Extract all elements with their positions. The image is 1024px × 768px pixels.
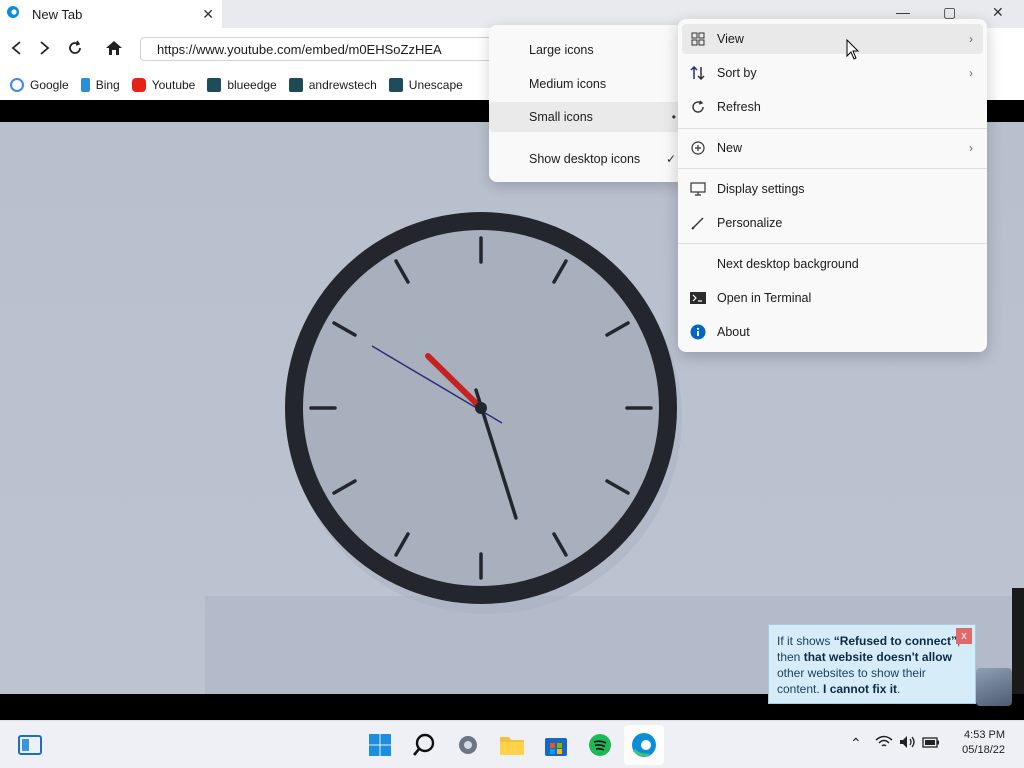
menu-item-label: View bbox=[717, 32, 744, 46]
menu-separator bbox=[678, 168, 987, 169]
forward-icon[interactable] bbox=[35, 38, 55, 58]
tooltip-line-1: If it shows “Refused to connect”, bbox=[777, 634, 960, 648]
bookmark-andrewstech[interactable]: andrewstech bbox=[288, 78, 377, 92]
menu-item-label: New bbox=[717, 141, 743, 155]
clock-date: 05/18/22 bbox=[962, 744, 1005, 756]
chevron-right-icon: › bbox=[969, 32, 973, 46]
reload-icon[interactable] bbox=[65, 38, 85, 58]
menu-item-large-icons[interactable]: Large icons bbox=[489, 35, 684, 65]
menu-item-next-desktop-background[interactable]: Next desktop background bbox=[682, 249, 983, 279]
menu-item-label: Sort by bbox=[717, 66, 757, 80]
menu-item-label: Next desktop background bbox=[717, 257, 859, 271]
menu-item-label: Refresh bbox=[717, 100, 761, 114]
bookmark-label: andrewstech bbox=[308, 78, 377, 92]
menu-separator bbox=[678, 243, 987, 244]
system-clock[interactable]: 4:53 PM 05/18/22 bbox=[955, 728, 1005, 758]
bookmark-bing[interactable]: Bing bbox=[80, 78, 120, 92]
bookmark-label: Youtube bbox=[151, 78, 196, 92]
back-icon[interactable] bbox=[6, 38, 26, 58]
menu-item-new[interactable]: New › bbox=[682, 133, 983, 163]
plus-circle-icon bbox=[690, 140, 706, 156]
menu-item-show-desktop-icons[interactable]: Show desktop icons ✓ bbox=[489, 144, 684, 174]
menu-item-label: Small icons bbox=[529, 110, 593, 124]
close-icon[interactable]: ✕ bbox=[992, 4, 1004, 21]
react-icon bbox=[207, 78, 222, 92]
edge-icon bbox=[6, 5, 20, 24]
tooltip-close-button[interactable]: x bbox=[956, 628, 972, 644]
search-icon[interactable] bbox=[410, 731, 438, 759]
chevron-up-icon[interactable]: ⌃ bbox=[850, 735, 862, 752]
info-icon bbox=[690, 324, 706, 340]
display-icon bbox=[690, 181, 706, 197]
edge-browser-icon[interactable] bbox=[630, 731, 658, 759]
menu-item-label: Show desktop icons bbox=[529, 152, 641, 166]
menu-item-label: Display settings bbox=[717, 182, 805, 196]
settings-gear-icon[interactable] bbox=[454, 731, 482, 759]
pen-icon bbox=[690, 215, 706, 231]
menu-item-small-icons[interactable]: Small icons • bbox=[489, 102, 684, 132]
menu-item-display-settings[interactable]: Display settings bbox=[682, 174, 983, 204]
bookmark-label: Google bbox=[30, 78, 69, 92]
bookmark-youtube[interactable]: Youtube bbox=[131, 78, 196, 92]
menu-item-label: About bbox=[717, 325, 750, 339]
menu-item-view[interactable]: View › bbox=[682, 24, 983, 54]
tooltip-line-2: then that website doesn't allow bbox=[777, 650, 952, 664]
clock-time: 4:53 PM bbox=[964, 729, 1005, 741]
menu-item-label: Open in Terminal bbox=[717, 291, 812, 305]
chevron-right-icon: › bbox=[969, 141, 973, 155]
avatar bbox=[976, 668, 1012, 706]
desktop-context-menu: View › Sort by › Refresh New › Display s… bbox=[678, 19, 987, 352]
menu-item-medium-icons[interactable]: Medium icons bbox=[489, 69, 684, 99]
react-icon bbox=[388, 78, 403, 92]
minimize-icon[interactable]: — bbox=[896, 4, 910, 20]
menu-item-label: Medium icons bbox=[529, 77, 607, 91]
start-icon[interactable] bbox=[366, 731, 394, 759]
menu-item-label: Personalize bbox=[717, 216, 783, 230]
terminal-icon bbox=[690, 290, 706, 306]
sort-icon bbox=[690, 65, 706, 81]
bookmark-label: Unescape bbox=[408, 78, 463, 92]
bing-icon bbox=[80, 78, 90, 92]
video-edge bbox=[1012, 588, 1024, 694]
tooltip-line-4: content. I cannot fix it. bbox=[777, 682, 901, 696]
tab-new-tab[interactable]: New Tab ✕ bbox=[0, 0, 222, 28]
menu-item-label: Large icons bbox=[529, 43, 594, 57]
widgets-icon[interactable] bbox=[16, 731, 44, 759]
info-tooltip: If it shows “Refused to connect”, then t… bbox=[768, 624, 976, 704]
volume-icon[interactable] bbox=[899, 735, 917, 752]
tab-close-icon[interactable]: ✕ bbox=[202, 6, 214, 23]
tooltip-line-3: other websites to show their bbox=[777, 666, 926, 680]
google-icon bbox=[10, 78, 24, 92]
youtube-icon bbox=[131, 78, 146, 92]
bookmark-label: blueedge bbox=[227, 78, 277, 92]
address-bar[interactable]: https://www.youtube.com/embed/m0EHSoZzHE… bbox=[140, 37, 500, 61]
view-submenu: Large icons Medium icons Small icons • S… bbox=[489, 25, 684, 182]
wall-clock bbox=[285, 212, 682, 614]
file-explorer-icon[interactable] bbox=[498, 731, 526, 759]
bookmark-blueedge[interactable]: blueedge bbox=[207, 78, 277, 92]
wifi-icon[interactable] bbox=[875, 735, 893, 752]
tab-title: New Tab bbox=[32, 6, 83, 22]
menu-item-open-in-terminal[interactable]: Open in Terminal bbox=[682, 283, 983, 313]
menu-item-personalize[interactable]: Personalize bbox=[682, 208, 983, 238]
home-icon[interactable] bbox=[104, 38, 124, 58]
bookmark-label: Bing bbox=[95, 78, 120, 92]
radio-dot-icon: • bbox=[671, 110, 676, 124]
mouse-pointer-icon bbox=[846, 39, 860, 60]
chevron-right-icon: › bbox=[969, 66, 973, 80]
andrewstech-icon bbox=[288, 78, 303, 92]
battery-icon[interactable] bbox=[922, 735, 940, 751]
checkmark-icon: ✓ bbox=[665, 152, 676, 166]
refresh-icon bbox=[690, 99, 706, 115]
store-icon[interactable] bbox=[542, 731, 570, 759]
menu-item-sort-by[interactable]: Sort by › bbox=[682, 58, 983, 88]
menu-item-refresh[interactable]: Refresh bbox=[682, 92, 983, 122]
menu-separator bbox=[678, 128, 987, 129]
bookmark-google[interactable]: Google bbox=[10, 78, 69, 92]
grid-icon bbox=[690, 31, 706, 47]
taskbar: ⌃ bbox=[0, 720, 1024, 768]
bookmark-unescape[interactable]: Unescape bbox=[388, 78, 463, 92]
spotify-icon[interactable] bbox=[586, 731, 614, 759]
menu-item-about[interactable]: About bbox=[682, 317, 983, 347]
